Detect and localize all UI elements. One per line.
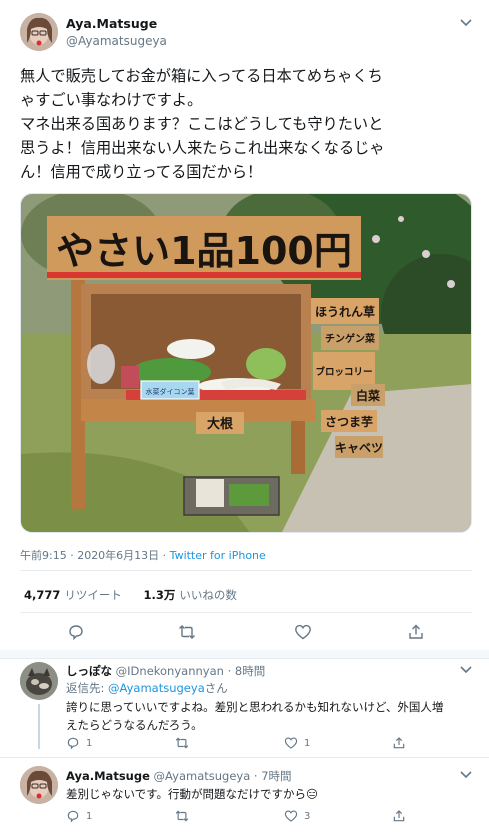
like-label: いいねの数 xyxy=(179,588,237,602)
retweet-count: 4,777 xyxy=(24,588,61,602)
chevron-down-icon[interactable] xyxy=(459,18,473,28)
share-icon xyxy=(393,737,405,749)
tweet-text-line: ゃすごい事なわけですよ。 xyxy=(20,91,203,109)
reply-icon xyxy=(67,737,79,750)
like-button[interactable]: 1 xyxy=(284,735,310,751)
vegetable-stand-photo: 水菜ダイコン葉 やさい1品100円 ほうれん草 チンゲン菜 ブロッコリー 白菜 … xyxy=(21,194,471,532)
avatar-image xyxy=(20,766,58,804)
share-button[interactable] xyxy=(392,808,412,824)
thread-line xyxy=(38,704,40,749)
reply-text-line: 差別じゃないです。行動が問題なだけですから😑 xyxy=(66,787,318,801)
reply-button[interactable]: 1 xyxy=(66,735,92,751)
section-separator xyxy=(0,650,489,658)
like-count: 1.3万 xyxy=(143,588,176,602)
price-tag-text: 水菜ダイコン葉 xyxy=(146,387,195,396)
like-stat[interactable]: 1.3万 いいねの数 xyxy=(144,588,237,602)
like-count: 3 xyxy=(304,810,311,822)
side-sign-text: ほうれん草 xyxy=(315,304,375,319)
reply-button[interactable]: 1 xyxy=(66,808,92,824)
retweet-label: リツイート xyxy=(64,588,122,602)
retweet-stat[interactable]: 4,777 リツイート xyxy=(24,588,122,602)
reply-text: 差別じゃないです。行動が問題なだけですから😑 xyxy=(66,785,466,803)
tweet-timestamp[interactable]: 午前9:15 · 2020年6月13日 · xyxy=(20,549,170,562)
chevron-down-icon[interactable] xyxy=(459,665,473,675)
reply-to-mention[interactable]: @Ayamatsugeya xyxy=(108,681,205,695)
retweet-icon[interactable] xyxy=(178,623,196,641)
share-button[interactable] xyxy=(392,735,412,751)
reply-text-line: 誇りに思っていいですよね。差別と思われるかも知れないけど、外国人増 xyxy=(66,700,444,714)
reply-header: しっぽな @IDnekonyannyan · 8時間 xyxy=(66,663,265,679)
like-icon xyxy=(284,737,298,749)
like-icon[interactable] xyxy=(294,623,312,641)
side-sign-text: チンゲン菜 xyxy=(325,332,376,345)
tweet-action-bar xyxy=(0,623,489,645)
reply-header: Aya.Matsuge @Ayamatsugeya · 7時間 xyxy=(66,768,292,784)
side-sign-text: さつま芋 xyxy=(325,414,373,429)
reply-icon xyxy=(67,810,79,823)
avatar-image xyxy=(20,662,58,700)
share-icon[interactable] xyxy=(407,623,425,641)
reply-to-prefix: 返信先: xyxy=(66,681,109,695)
divider xyxy=(20,612,472,613)
tweet-text-line: 思うよ！信用出来ない人来たらこれ出来なくなるじゃ xyxy=(20,139,385,157)
reply-author-name[interactable]: Aya.Matsuge xyxy=(66,769,150,783)
reply-to-suffix: さん xyxy=(204,681,228,695)
tweet-source-link[interactable]: Twitter for iPhone xyxy=(170,549,266,562)
reply-tweet[interactable]: Aya.Matsuge @Ayamatsugeya · 7時間 差別じゃないです… xyxy=(0,758,489,835)
author-handle[interactable]: @Ayamatsugeya xyxy=(66,34,167,48)
share-icon xyxy=(393,810,405,822)
sign-main-text: やさい1品100円 xyxy=(56,229,352,273)
retweet-icon xyxy=(175,810,189,822)
like-icon xyxy=(284,810,298,822)
chevron-down-icon[interactable] xyxy=(459,770,473,780)
reply-text-line: えたらどうなるんだろう。 xyxy=(66,718,203,732)
tweet-text-line: 無人で販売してお金が箱に入ってる日本てめちゃくち xyxy=(20,67,383,85)
avatar[interactable] xyxy=(20,766,58,804)
reply-author-handle[interactable]: @Ayamatsugeya · 7時間 xyxy=(154,769,292,783)
tweet-photo[interactable]: 水菜ダイコン葉 やさい1品100円 ほうれん草 チンゲン菜 ブロッコリー 白菜 … xyxy=(20,193,472,533)
like-button[interactable]: 3 xyxy=(284,808,310,824)
reply-count: 1 xyxy=(86,737,93,749)
tweet-text-line: マネ出来る国あります？ここはどうしても守りたいと xyxy=(20,115,384,133)
reply-author-name[interactable]: しっぽな xyxy=(66,664,112,678)
retweet-icon xyxy=(175,737,189,749)
author-name[interactable]: Aya.Matsuge xyxy=(66,16,157,31)
tweet-text-line: ん！信用で成り立ってる国だから！ xyxy=(20,163,263,181)
avatar[interactable] xyxy=(20,13,58,51)
like-count: 1 xyxy=(304,737,311,749)
avatar[interactable] xyxy=(20,662,58,700)
side-sign-text: 白菜 xyxy=(356,388,380,403)
front-sign-text: 大根 xyxy=(207,416,234,432)
retweet-button[interactable] xyxy=(175,808,195,824)
side-sign-text: キャベツ xyxy=(335,441,383,455)
reply-author-handle[interactable]: @IDnekonyannyan · 8時間 xyxy=(116,664,266,678)
reply-text: 誇りに思っていいですよね。差別と思われるかも知れないけど、外国人増 えたらどうな… xyxy=(66,698,466,734)
reply-count: 1 xyxy=(86,810,93,822)
tweet-text: 無人で販売してお金が箱に入ってる日本てめちゃくち ゃすごい事なわけですよ。 マネ… xyxy=(20,64,475,184)
divider xyxy=(20,570,472,571)
reply-tweet[interactable]: しっぽな @IDnekonyannyan · 8時間 返信先: @Ayamats… xyxy=(0,659,489,759)
avatar-image xyxy=(20,13,58,51)
reply-icon[interactable] xyxy=(67,623,85,641)
side-sign-text: ブロッコリー xyxy=(315,366,372,378)
tweet-stats: 4,777 リツイート 1.3万 いいねの数 xyxy=(24,587,255,603)
reply-to-line: 返信先: @Ayamatsugeyaさん xyxy=(66,680,228,696)
tweet-meta: 午前9:15 · 2020年6月13日 · Twitter for iPhone xyxy=(20,547,266,563)
retweet-button[interactable] xyxy=(175,735,195,751)
